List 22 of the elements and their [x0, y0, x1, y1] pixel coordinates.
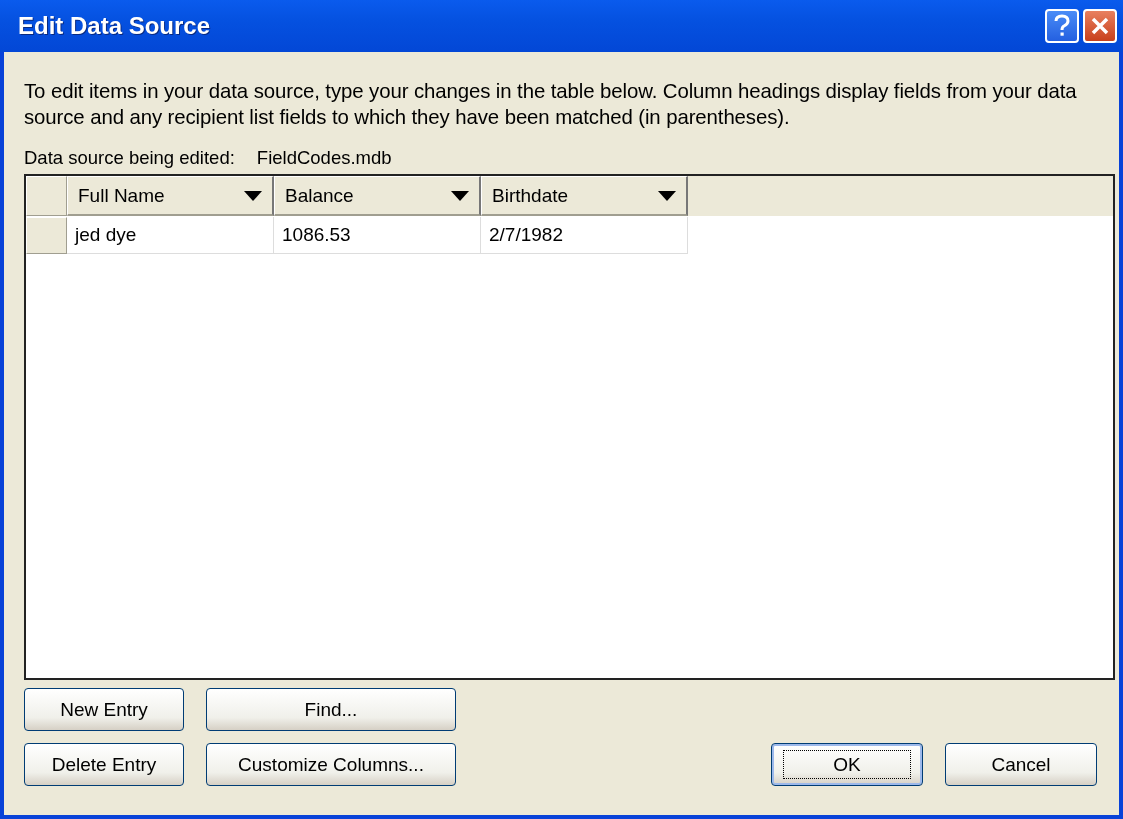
- column-header[interactable]: Balance: [274, 176, 481, 216]
- table-cell[interactable]: 1086.53: [274, 217, 481, 254]
- row-header[interactable]: [26, 217, 67, 254]
- action-button[interactable]: Delete Entry: [24, 743, 184, 786]
- dropdown-arrow-icon[interactable]: [244, 190, 262, 201]
- source-label: Data source being edited:: [24, 147, 235, 169]
- help-icon[interactable]: [1045, 9, 1079, 43]
- close-icon[interactable]: [1083, 9, 1117, 43]
- instructions-text: To edit items in your data source, type your changes in the table below. Column headings display fields from your data source and any recipient list fields to which they have been matched (in parentheses).: [24, 79, 1078, 130]
- source-file-name: FieldCodes.mdb: [256, 147, 392, 169]
- column-header[interactable]: Birthdate: [481, 176, 688, 216]
- ok-button[interactable]: OK: [771, 743, 923, 786]
- action-button[interactable]: Customize Columns...: [206, 743, 456, 786]
- action-button[interactable]: New Entry: [24, 688, 184, 731]
- table-cell[interactable]: jed dye: [67, 217, 274, 254]
- action-button[interactable]: Find...: [206, 688, 456, 731]
- window-title: Edit Data Source: [18, 12, 212, 40]
- dropdown-arrow-icon[interactable]: [658, 190, 676, 201]
- dropdown-arrow-icon[interactable]: [451, 190, 469, 201]
- table-cell[interactable]: 2/7/1982: [481, 217, 688, 254]
- column-header[interactable]: Full Name: [67, 176, 274, 216]
- cancel-button[interactable]: Cancel: [945, 743, 1097, 786]
